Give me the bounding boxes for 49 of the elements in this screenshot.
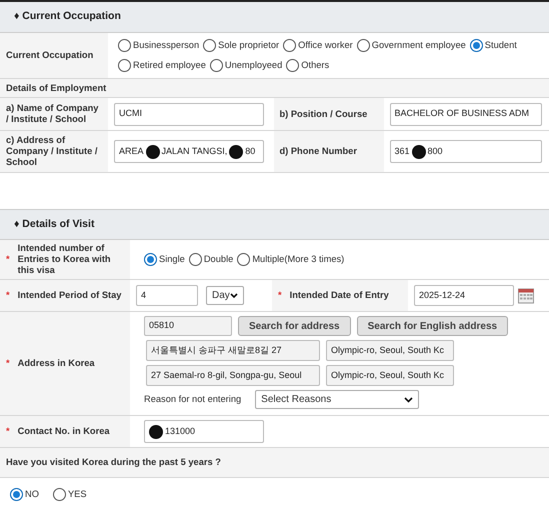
field-label: Intended number of Entries to Korea with this visa <box>18 243 112 276</box>
radio-option[interactable]: Others <box>286 58 330 74</box>
radio-option[interactable]: Sole proprietor <box>203 38 280 53</box>
field-label: d) Phone Number <box>280 146 357 157</box>
field-label: a) Name of Company / Institute / School <box>6 103 100 125</box>
radio-option[interactable]: YES <box>52 486 87 502</box>
field-label: Reason for not entering <box>144 392 242 406</box>
field-label: Address in Korea <box>18 358 95 369</box>
field-label: b) Position / Course <box>280 108 368 120</box>
field-label: Intended Date of Entry <box>290 290 389 301</box>
input-field[interactable]: 131000 <box>144 420 264 443</box>
input-field[interactable]: AREA JALAN TANGSI, 80 <box>114 140 264 163</box>
question-text: Have you visited Korea during the past 5 years ? <box>5 456 221 469</box>
required-mark: * <box>6 290 10 301</box>
field-label: Contact No. in Korea <box>18 426 110 437</box>
address-field[interactable]: Olympic-ro, Seoul, South Kc <box>326 365 454 386</box>
section-header: ♦ Details of Visit <box>0 209 549 240</box>
address-field[interactable]: Olympic-ro, Seoul, South Kc <box>326 340 454 361</box>
subsection-heading: Details of Employment <box>5 82 108 95</box>
input-field[interactable]: 2025-12-24 <box>414 285 514 306</box>
required-mark: * <box>278 290 282 301</box>
input-field[interactable]: UCMI <box>114 102 264 126</box>
radio-option[interactable]: Single <box>144 252 185 267</box>
reason-select[interactable]: Select Reasons <box>255 390 420 409</box>
field-label: c) Address of Company / Institute / School <box>6 135 98 168</box>
address-field[interactable]: 27 Saemal-ro 8-gil, Songpa-gu, Seoul <box>146 365 320 386</box>
radio-option[interactable]: Businessperson <box>118 38 200 53</box>
radio-option[interactable]: Unemployeed <box>210 58 282 74</box>
radio-option[interactable]: Student <box>470 38 517 53</box>
radio-option[interactable]: Government employee <box>356 38 466 53</box>
required-mark: * <box>6 358 10 369</box>
radio-option[interactable]: Multiple(More 3 times) <box>237 252 344 267</box>
radio-option[interactable]: Double <box>188 252 234 267</box>
input-field[interactable]: 361 800 <box>390 140 542 163</box>
postcode-field[interactable]: 05810 <box>144 316 232 336</box>
unit-select[interactable]: Day <box>206 286 244 305</box>
radio-option[interactable]: Office worker <box>283 38 353 53</box>
input-field[interactable]: BACHELOR OF BUSINESS ADM <box>390 102 542 126</box>
radio-option[interactable]: NO <box>10 486 39 502</box>
required-mark: * <box>6 254 10 265</box>
radio-option[interactable]: Retired employee <box>118 58 206 74</box>
search-button[interactable]: Search for English address <box>356 316 508 336</box>
required-mark: * <box>6 426 10 437</box>
section-header: ♦ Current Occupation <box>0 2 549 33</box>
address-field[interactable]: 서울특별시 송파구 새말로8길 27 <box>146 340 320 361</box>
field-label: Current Occupation <box>6 50 94 61</box>
search-button[interactable]: Search for address <box>238 316 351 336</box>
input-field[interactable]: 4 <box>136 285 198 306</box>
field-label: Intended Period of Stay <box>18 290 122 301</box>
